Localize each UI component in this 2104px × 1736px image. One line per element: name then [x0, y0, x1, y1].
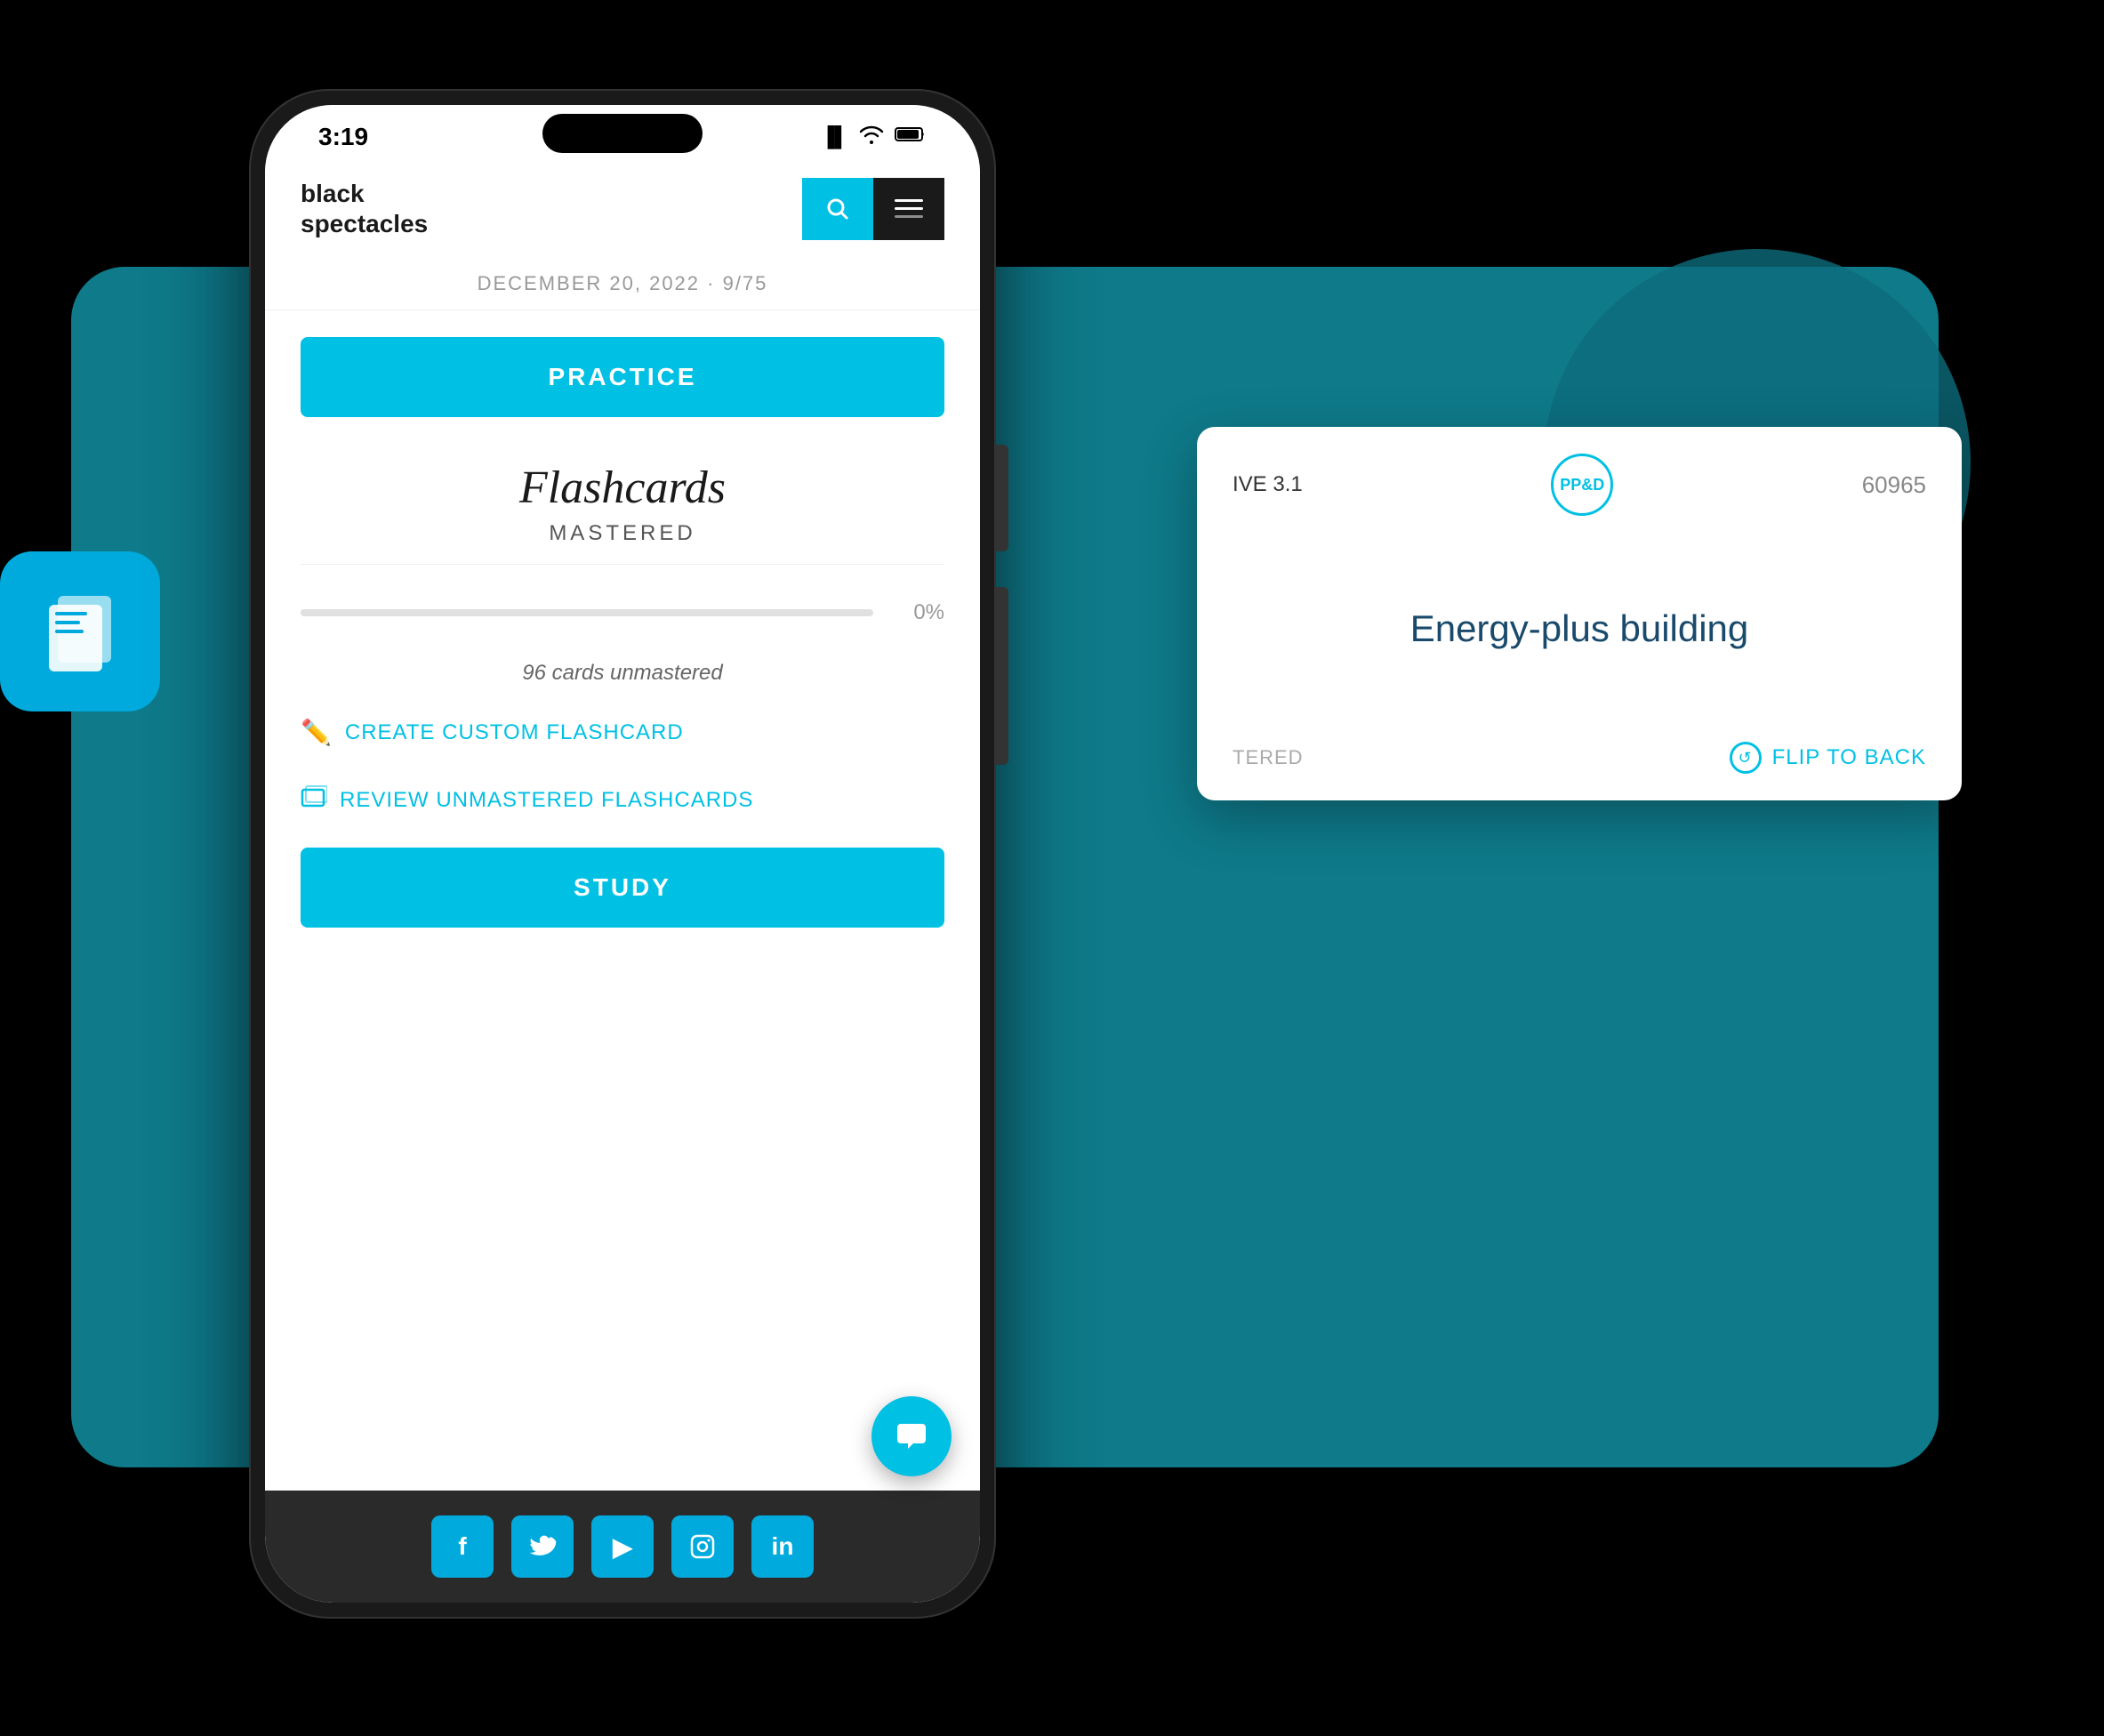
header-actions — [802, 178, 944, 240]
flashcard-mastered-label: TERED — [1233, 746, 1304, 769]
practice-button[interactable]: PRACTICE — [301, 337, 944, 417]
social-icons-row: f ▶ — [301, 1515, 944, 1578]
flip-icon: ↺ — [1730, 742, 1762, 774]
flashcard-badge: PP&D — [1551, 454, 1613, 516]
flashcards-title: Flashcards — [301, 462, 944, 514]
linkedin-icon[interactable]: in — [751, 1515, 814, 1578]
phone-wrapper: 3:19 ▐▌ — [249, 89, 996, 1619]
progress-percent: 0% — [891, 600, 944, 625]
phone-side-detail-2 — [996, 587, 1008, 765]
menu-button[interactable] — [873, 178, 944, 240]
twitter-icon[interactable] — [511, 1515, 574, 1578]
search-icon — [823, 195, 852, 223]
phone-side-detail-1 — [996, 445, 1008, 551]
left-icon-widget — [0, 551, 160, 711]
create-flashcard-link[interactable]: ✏️ CREATE CUSTOM FLASHCARD — [301, 712, 944, 752]
signal-icon: ▐▌ — [821, 125, 848, 149]
flashcard-term: Energy-plus building — [1410, 607, 1749, 650]
chat-bubble[interactable] — [871, 1396, 952, 1476]
cards-icon — [301, 784, 327, 816]
wifi-icon — [859, 125, 884, 149]
menu-icon — [895, 199, 923, 219]
flashcard-category: IVE 3.1 — [1233, 472, 1303, 497]
documents-icon — [36, 587, 124, 676]
phone-footer: f ▶ — [265, 1491, 980, 1603]
flashcard-widget: IVE 3.1 PP&D 60965 Energy-plus building … — [1197, 427, 1962, 800]
review-flashcards-link[interactable]: REVIEW UNMASTERED FLASHCARDS — [301, 779, 944, 821]
flashcard-header: IVE 3.1 PP&D 60965 — [1233, 454, 1926, 516]
logo: black spectacles — [301, 179, 428, 238]
search-button[interactable] — [802, 178, 873, 240]
progress-bar-container — [301, 609, 873, 616]
status-icons: ▐▌ — [821, 125, 927, 149]
progress-section: 0% — [301, 591, 944, 634]
flashcard-content: Energy-plus building — [1233, 534, 1926, 724]
instagram-icon[interactable] — [671, 1515, 734, 1578]
phone-frame: 3:19 ▐▌ — [249, 89, 996, 1619]
flip-label: FLIP TO BACK — [1772, 745, 1926, 770]
cards-unmastered: 96 cards unmastered — [301, 661, 944, 686]
app-content[interactable]: PRACTICE Flashcards MASTERED 0% 9 — [265, 310, 980, 1491]
date-bar: DECEMBER 20, 2022 · 9/75 — [265, 258, 980, 310]
pencil-icon: ✏️ — [301, 718, 333, 747]
flashcard-footer: TERED ↺ FLIP TO BACK — [1233, 742, 1926, 774]
dynamic-island — [542, 114, 703, 153]
logo-line2: spectacles — [301, 210, 428, 237]
app-header: black spectacles — [265, 160, 980, 258]
status-time: 3:19 — [318, 123, 368, 151]
flashcards-subtitle: MASTERED — [301, 521, 944, 546]
logo-line1: black — [301, 180, 365, 207]
facebook-icon[interactable]: f — [431, 1515, 494, 1578]
study-button[interactable]: STUDY — [301, 848, 944, 928]
phone-screen: 3:19 ▐▌ — [265, 105, 980, 1603]
review-flashcards-label: REVIEW UNMASTERED FLASHCARDS — [340, 788, 753, 813]
create-flashcard-label: CREATE CUSTOM FLASHCARD — [345, 720, 684, 745]
battery-icon — [895, 125, 927, 149]
flashcards-section: Flashcards MASTERED — [301, 444, 944, 565]
flashcard-number: 60965 — [1862, 471, 1926, 499]
scene: IVE 3.1 PP&D 60965 Energy-plus building … — [0, 0, 2104, 1736]
youtube-icon[interactable]: ▶ — [591, 1515, 654, 1578]
flip-to-back-button[interactable]: ↺ FLIP TO BACK — [1730, 742, 1926, 774]
